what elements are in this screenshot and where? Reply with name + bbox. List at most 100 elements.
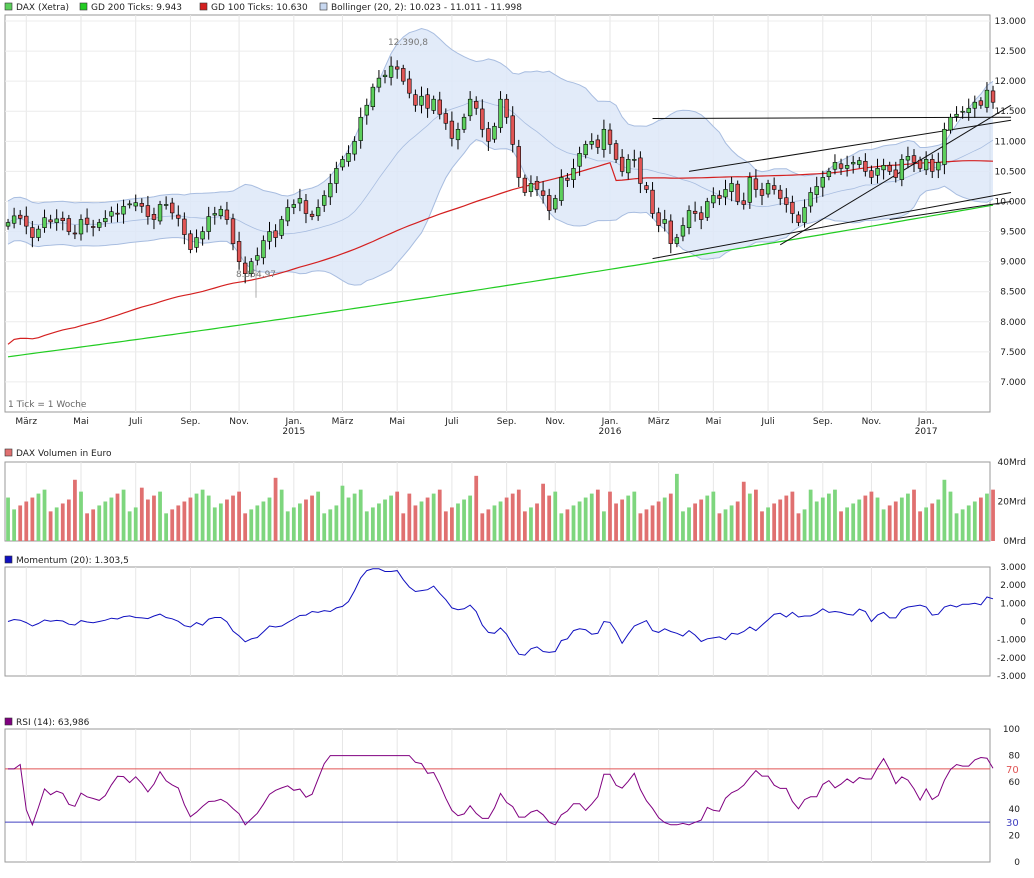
candle-body — [163, 204, 169, 206]
candle-body — [194, 237, 199, 248]
volume-bar — [893, 501, 898, 541]
volume-bar — [358, 489, 363, 541]
legend-label: GD 200 Ticks: 9.943 — [91, 3, 182, 13]
volume-bar — [516, 489, 521, 541]
candle-body — [376, 77, 382, 88]
price-y-tick-label: 7.500 — [1000, 348, 1026, 358]
volume-bar — [717, 513, 722, 541]
candle-body — [753, 178, 759, 190]
volume-bar — [547, 495, 552, 541]
volume-bar — [699, 499, 704, 541]
rsi-reference-label: 70 — [1006, 765, 1019, 776]
candle-body — [322, 195, 327, 206]
volume-bar — [103, 501, 108, 541]
candle-body — [619, 156, 625, 172]
volume-bar — [456, 503, 460, 541]
volume-bar — [419, 501, 424, 541]
candle-body — [212, 213, 217, 216]
legend-swatch — [4, 555, 13, 564]
candle-body — [553, 198, 558, 210]
candle-body — [571, 168, 576, 180]
mom-panel-frame — [4, 566, 991, 677]
candle-body — [838, 163, 844, 169]
candle-body — [729, 183, 734, 192]
volume-bar — [784, 495, 789, 541]
x-tick-label: Sep. — [813, 417, 833, 427]
momentum-y-tick-label: 1.000 — [1000, 599, 1026, 609]
volume-bar — [91, 509, 96, 541]
volume-bar — [231, 495, 235, 541]
candle-body — [802, 207, 807, 223]
volume-bar — [310, 495, 314, 541]
candle-body — [778, 189, 783, 199]
candle-body — [236, 241, 242, 262]
price-y-tick-label: 12.000 — [995, 77, 1027, 87]
rsi-y-tick-label: 80 — [1009, 752, 1021, 762]
candle-body — [601, 128, 607, 150]
momentum-y-tick-label: 3.000 — [1000, 563, 1026, 573]
candle-body — [705, 201, 710, 218]
volume-bar — [127, 511, 132, 541]
volume-bar — [334, 505, 339, 541]
volume-bar — [109, 497, 114, 541]
x-tick-label: Mai — [389, 417, 405, 427]
candle-body — [60, 217, 65, 222]
volume-bar — [668, 493, 673, 541]
candle-body — [334, 168, 339, 184]
candle-body — [692, 210, 698, 214]
legend-swatch — [4, 717, 13, 726]
rsi-y-tick-label: 60 — [1009, 778, 1021, 788]
volume-bar — [431, 493, 436, 541]
candle-body — [72, 232, 78, 235]
candle-body — [474, 101, 479, 109]
candle-body — [176, 214, 181, 219]
candle-body — [413, 94, 418, 106]
candle-body — [814, 186, 819, 195]
x-tick-label: Jan. — [284, 417, 302, 427]
volume-y-tick-label: 0Mrd — [1003, 537, 1026, 547]
tick-note: 1 Tick = 1 Woche — [8, 400, 87, 410]
rsi-legend-label: RSI (14): 63,986 — [16, 718, 90, 728]
volume-bar — [906, 493, 910, 541]
candle-body — [230, 218, 236, 244]
volume-bar — [468, 495, 473, 541]
candle-body — [127, 203, 132, 206]
volume-bar — [924, 507, 929, 541]
volume-bar — [802, 509, 807, 541]
candle-body — [711, 195, 716, 204]
volume-legend-label: DAX Volumen in Euro — [16, 449, 112, 459]
volume-bar — [687, 507, 691, 541]
volume-bar — [583, 497, 588, 541]
candle-body — [42, 217, 47, 228]
rsi-y-tick-label: 100 — [1003, 725, 1020, 735]
candle-body — [145, 205, 151, 217]
volume-bar — [644, 509, 649, 541]
candle-body — [97, 222, 102, 228]
candle-body — [565, 177, 570, 181]
candle-body — [11, 215, 17, 224]
volume-bar — [322, 513, 327, 541]
annotation-high: 12.390,8 — [388, 38, 428, 48]
candle-body — [480, 108, 485, 130]
candle-body — [279, 219, 284, 236]
volume-bar — [285, 511, 290, 541]
rsi-panel-frame — [4, 728, 991, 863]
volume-bar — [206, 495, 211, 541]
volume-bar — [352, 493, 357, 541]
x-tick-year-label: 2017 — [915, 427, 938, 437]
momentum-y-tick-label: -3.000 — [997, 672, 1026, 682]
candle-body — [303, 200, 309, 214]
volume-bar — [24, 501, 29, 541]
candle-body — [948, 116, 953, 131]
volume-bar — [602, 511, 606, 541]
candle-body — [559, 177, 564, 201]
candle-body — [826, 171, 832, 177]
volume-bar — [826, 493, 831, 541]
volume-bar — [845, 507, 849, 541]
price-y-tick-label: 12.500 — [995, 47, 1027, 57]
volume-bar — [346, 497, 351, 541]
x-tick-label: Juli — [444, 417, 458, 427]
candle-body — [516, 146, 521, 178]
legend-swatch — [4, 448, 13, 457]
candle-body — [419, 95, 424, 106]
